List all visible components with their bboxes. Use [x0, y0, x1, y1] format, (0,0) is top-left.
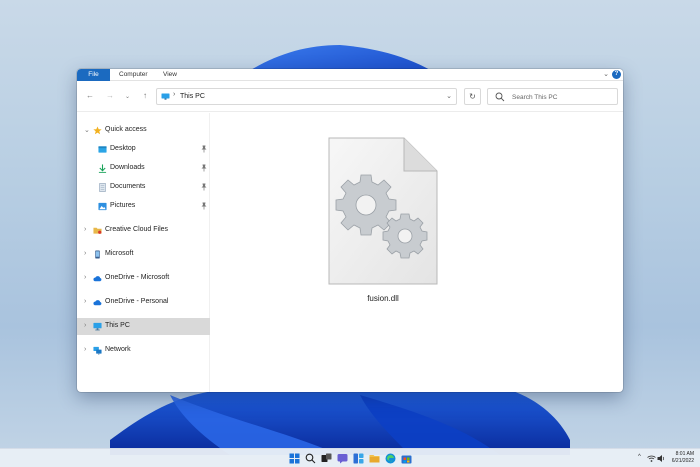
sidebar-item-label: This PC [105, 322, 130, 329]
speaker-icon[interactable] [657, 454, 666, 463]
phone-icon [95, 250, 100, 259]
folder-icon [93, 227, 102, 234]
chevron-right-icon[interactable]: › [84, 226, 86, 233]
edge-icon[interactable] [385, 453, 396, 464]
chevron-right-icon[interactable]: › [84, 346, 86, 353]
widgets-icon[interactable] [353, 453, 364, 464]
ribbon: File Computer View ⌄ ? [77, 69, 623, 81]
cloud-icon [93, 300, 102, 306]
search-icon[interactable] [305, 453, 316, 464]
taskbar: ^ 8:01 AM 6/21/2022 [0, 448, 700, 467]
pin-icon[interactable] [201, 164, 207, 172]
sidebar-item-label: Downloads [110, 164, 145, 171]
search-box[interactable] [487, 88, 618, 105]
sidebar-item-this-pc[interactable]: › This PC [77, 318, 210, 335]
tray-overflow-chevron-up-icon[interactable]: ^ [638, 454, 641, 460]
tab-computer[interactable]: Computer [113, 69, 154, 81]
tab-view[interactable]: View [157, 69, 183, 81]
cloud-icon [93, 276, 102, 282]
chevron-down-icon[interactable]: ⌄ [84, 126, 90, 134]
address-bar[interactable]: › This PC ⌄ [156, 88, 457, 105]
address-dropdown-chevron-down-icon[interactable]: ⌄ [446, 92, 452, 100]
chat-icon[interactable] [337, 453, 348, 464]
sidebar-item-documents[interactable]: Documents [77, 179, 210, 196]
download-icon [98, 164, 107, 173]
store-icon[interactable] [401, 453, 412, 464]
sidebar-item-label: OneDrive - Personal [105, 298, 169, 305]
help-button[interactable]: ? [612, 70, 621, 79]
pin-icon[interactable] [201, 183, 207, 191]
clock-time: 8:01 AM [675, 451, 694, 457]
breadcrumb-this-pc[interactable]: This PC [180, 93, 205, 100]
sidebar-item-onedrive-personal[interactable]: › OneDrive - Personal [77, 294, 210, 311]
chevron-right-icon[interactable]: › [84, 298, 86, 305]
pictures-icon [98, 202, 107, 211]
document-icon [99, 183, 106, 192]
search-input[interactable] [512, 92, 612, 102]
refresh-button[interactable]: ↻ [464, 88, 481, 105]
refresh-icon: ↻ [469, 92, 476, 101]
network-icon [93, 346, 102, 355]
sidebar-item-label: OneDrive - Microsoft [105, 274, 170, 281]
pin-icon[interactable] [201, 202, 207, 210]
breadcrumb-separator: › [173, 91, 176, 98]
sidebar-item-onedrive-microsoft[interactable]: › OneDrive - Microsoft [77, 270, 210, 287]
sidebar-item-network[interactable]: › Network [77, 342, 210, 359]
sidebar-item-label: Quick access [105, 126, 147, 133]
sidebar-item-pictures[interactable]: Pictures [77, 198, 210, 215]
pin-icon[interactable] [201, 145, 207, 153]
dll-file-gears-icon [328, 137, 438, 285]
system-clock[interactable]: 8:01 AM 6/21/2022 [672, 451, 694, 465]
task-view-icon[interactable] [321, 453, 332, 464]
sidebar-item-creative-cloud-files[interactable]: › Creative Cloud Files [77, 222, 210, 239]
star-icon [93, 126, 102, 135]
navigation-bar: ← → ⌄ ↑ › This PC ⌄ ↻ [77, 82, 623, 112]
recent-chevron-down-icon[interactable]: ⌄ [125, 93, 130, 100]
file-explorer-window: File Computer View ⌄ ? ← → ⌄ ↑ › This PC… [77, 69, 623, 392]
chevron-right-icon[interactable]: › [84, 274, 86, 281]
desktop-folder-icon [98, 146, 107, 153]
file-name: fusion.dll [367, 294, 399, 303]
search-icon [495, 92, 505, 102]
chevron-right-icon[interactable]: › [84, 250, 86, 257]
navigation-pane: ⌄ Quick access Desktop Downloads Documen… [77, 113, 210, 392]
sidebar-item-label: Creative Cloud Files [105, 226, 169, 233]
file-explorer-icon[interactable] [369, 453, 380, 464]
up-arrow-up-icon[interactable]: ↑ [143, 91, 147, 100]
back-arrow-left-icon[interactable]: ← [86, 91, 94, 100]
sidebar-item-label: Pictures [110, 202, 136, 209]
sidebar-item-microsoft[interactable]: › Microsoft [77, 246, 210, 263]
file-view: fusion.dll [211, 113, 623, 392]
forward-arrow-right-icon[interactable]: → [106, 91, 114, 100]
sidebar-item-label: Microsoft [105, 250, 134, 257]
clock-date: 6/21/2022 [671, 458, 694, 464]
sidebar-item-downloads[interactable]: Downloads [77, 160, 210, 177]
sidebar-item-quick-access[interactable]: ⌄ Quick access [77, 122, 210, 139]
chevron-right-icon[interactable]: › [84, 322, 86, 329]
sidebar-item-label: Documents [110, 183, 146, 190]
tab-file[interactable]: File [77, 69, 110, 81]
sidebar-item-label: Desktop [110, 145, 136, 152]
sidebar-item-label: Network [105, 346, 131, 353]
windows-start-icon[interactable] [289, 453, 300, 464]
ribbon-collapse-chevron-down-icon[interactable]: ⌄ [603, 70, 609, 78]
wifi-icon[interactable] [647, 454, 656, 463]
sidebar-item-desktop[interactable]: Desktop [77, 141, 210, 158]
monitor-icon [93, 322, 102, 331]
monitor-icon [161, 93, 170, 100]
